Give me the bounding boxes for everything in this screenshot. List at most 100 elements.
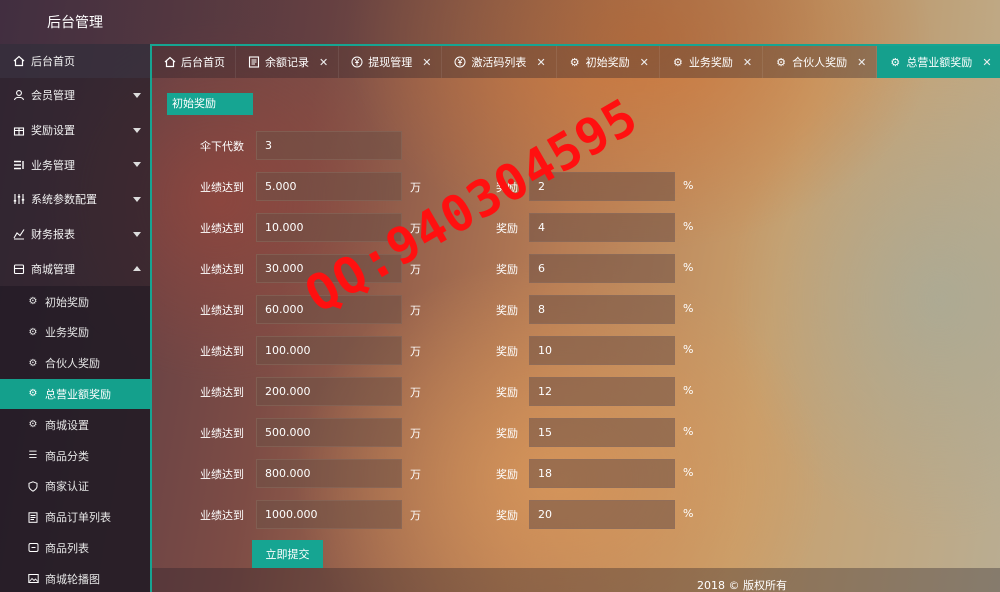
threshold-unit: 万 xyxy=(410,222,421,235)
sidebar-item-label: 商城设置 xyxy=(45,418,89,432)
reward-label: 奖励 xyxy=(496,263,518,276)
box-icon xyxy=(26,542,40,553)
threshold-input[interactable] xyxy=(256,254,402,283)
reward-label: 奖励 xyxy=(496,222,518,235)
reward-input[interactable] xyxy=(529,418,675,447)
threshold-input[interactable] xyxy=(256,418,402,447)
close-icon[interactable]: ✕ xyxy=(982,56,991,69)
sidebar-item-rewards[interactable]: 奖励设置 xyxy=(0,113,150,148)
reward-unit: % xyxy=(683,466,694,479)
threshold-input[interactable] xyxy=(256,377,402,406)
list-icon xyxy=(12,158,26,172)
generations-row: 伞下代数 xyxy=(152,131,1000,160)
close-icon[interactable]: ✕ xyxy=(536,56,545,69)
sidebar-item-store[interactable]: 商城管理 xyxy=(0,251,150,286)
threshold-label: 业绩达到 xyxy=(200,427,244,440)
reward-input[interactable] xyxy=(529,377,675,406)
yen-icon xyxy=(351,56,363,68)
list-icon: ☰ xyxy=(28,450,38,461)
reward-unit: % xyxy=(683,425,694,438)
sidebar-subitem-carousel[interactable]: 商城轮播图 xyxy=(0,563,150,592)
sidebar-item-finance[interactable]: 财务报表 xyxy=(0,217,150,252)
sidebar-subitem-business-reward[interactable]: ⚙ 业务奖励 xyxy=(0,317,150,348)
threshold-unit: 万 xyxy=(410,345,421,358)
close-icon[interactable]: ✕ xyxy=(422,56,431,69)
reward-input[interactable] xyxy=(529,459,675,488)
reward-input[interactable] xyxy=(529,336,675,365)
close-icon[interactable]: ✕ xyxy=(743,56,752,69)
threshold-input[interactable] xyxy=(256,295,402,324)
tab-activation-codes[interactable]: 激活码列表 ✕ xyxy=(442,46,557,78)
sidebar-item-system-config[interactable]: 系统参数配置 xyxy=(0,182,150,217)
close-icon[interactable]: ✕ xyxy=(319,56,328,69)
sidebar-item-label: 商品订单列表 xyxy=(45,511,111,525)
reward-input[interactable] xyxy=(529,213,675,242)
threshold-label: 业绩达到 xyxy=(200,509,244,522)
reward-row: 业绩达到 万 奖励% xyxy=(152,377,1000,406)
threshold-input[interactable] xyxy=(256,172,402,201)
sidebar-subitem-order-list[interactable]: 商品订单列表 xyxy=(0,502,150,533)
reward-input[interactable] xyxy=(529,295,675,324)
tab-initial-reward[interactable]: ⚙ 初始奖励 ✕ xyxy=(557,46,660,78)
award-icon: ⚙ xyxy=(28,326,38,338)
sidebar-item-label: 商家认证 xyxy=(45,480,89,494)
tab-business-reward[interactable]: ⚙ 业务奖励 ✕ xyxy=(660,46,764,78)
generations-input[interactable] xyxy=(256,131,402,160)
sidebar-item-label: 后台首页 xyxy=(31,55,75,68)
threshold-label: 业绩达到 xyxy=(200,304,244,317)
sidebar-item-label: 商城轮播图 xyxy=(45,572,100,586)
sidebar-subitem-initial-reward[interactable]: ⚙ 初始奖励 xyxy=(0,286,150,317)
threshold-label: 业绩达到 xyxy=(200,386,244,399)
reward-row: 业绩达到 万 奖励% xyxy=(152,213,1000,242)
chart-icon xyxy=(12,227,26,241)
reward-label: 奖励 xyxy=(496,509,518,522)
sidebar-item-label: 商城管理 xyxy=(31,262,75,276)
reward-input[interactable] xyxy=(529,254,675,283)
sidebar-subitem-merchant-verify[interactable]: 商家认证 xyxy=(0,471,150,502)
threshold-unit: 万 xyxy=(410,468,421,481)
reward-input[interactable] xyxy=(529,500,675,529)
sidebar-subitem-total-revenue-reward[interactable]: ⚙ 总营业额奖励 xyxy=(0,378,150,410)
tab-total-revenue-reward[interactable]: ⚙ 总营业额奖励 ✕ xyxy=(877,46,1000,78)
sidebar-item-members[interactable]: 会员管理 xyxy=(0,78,150,113)
reward-unit: % xyxy=(683,507,694,520)
tab-balance-records[interactable]: 余额记录 ✕ xyxy=(236,46,340,78)
sidebar-subitem-partner-reward[interactable]: ⚙ 合伙人奖励 xyxy=(0,348,150,379)
tab-home[interactable]: 后台首页 xyxy=(152,46,236,78)
award-icon: ⚙ xyxy=(776,55,787,69)
tab-withdraw-management[interactable]: 提现管理 ✕ xyxy=(339,46,443,78)
chevron-down-icon xyxy=(133,197,141,203)
sidebar-subitem-product-category[interactable]: ☰ 商品分类 xyxy=(0,440,150,471)
chevron-down-icon xyxy=(133,127,141,133)
sidebar-item-label: 会员管理 xyxy=(31,89,75,103)
tab-partner-reward[interactable]: ⚙ 合伙人奖励 ✕ xyxy=(763,46,878,78)
sidebar-item-label: 财务报表 xyxy=(31,228,75,242)
threshold-input[interactable] xyxy=(256,213,402,242)
threshold-input[interactable] xyxy=(256,500,402,529)
threshold-unit: 万 xyxy=(410,427,421,440)
reward-row: 业绩达到 万 奖励% xyxy=(152,459,1000,488)
close-icon[interactable]: ✕ xyxy=(640,56,649,69)
yen-icon xyxy=(454,56,466,68)
tab-label: 余额记录 xyxy=(265,56,309,69)
sidebar-item-business[interactable]: 业务管理 xyxy=(0,147,150,182)
sidebar-item-home[interactable]: 后台首页 xyxy=(0,44,150,78)
sidebar-item-label: 商品列表 xyxy=(45,541,89,555)
section-title: 初始奖励 xyxy=(167,93,253,115)
award-icon: ⚙ xyxy=(28,296,38,308)
close-icon[interactable]: ✕ xyxy=(857,56,866,69)
reward-input[interactable] xyxy=(529,172,675,201)
sidebar-item-label: 商品分类 xyxy=(45,449,89,463)
reward-unit: % xyxy=(683,343,694,356)
sidebar-subitem-store-settings[interactable]: ⚙ 商城设置 xyxy=(0,409,150,440)
store-icon xyxy=(12,262,26,276)
submit-button[interactable]: 立即提交 xyxy=(252,540,323,568)
sidebar: 后台首页 会员管理 奖励设置 业务管理 系统参数配置 财务报表 商城管理 ⚙ 初… xyxy=(0,44,150,592)
sidebar-item-label: 业务管理 xyxy=(31,158,75,172)
threshold-input[interactable] xyxy=(256,459,402,488)
threshold-input[interactable] xyxy=(256,336,402,365)
tab-label: 合伙人奖励 xyxy=(792,56,848,69)
sidebar-subitem-product-list[interactable]: 商品列表 xyxy=(0,533,150,564)
threshold-unit: 万 xyxy=(410,304,421,317)
threshold-unit: 万 xyxy=(410,181,421,194)
